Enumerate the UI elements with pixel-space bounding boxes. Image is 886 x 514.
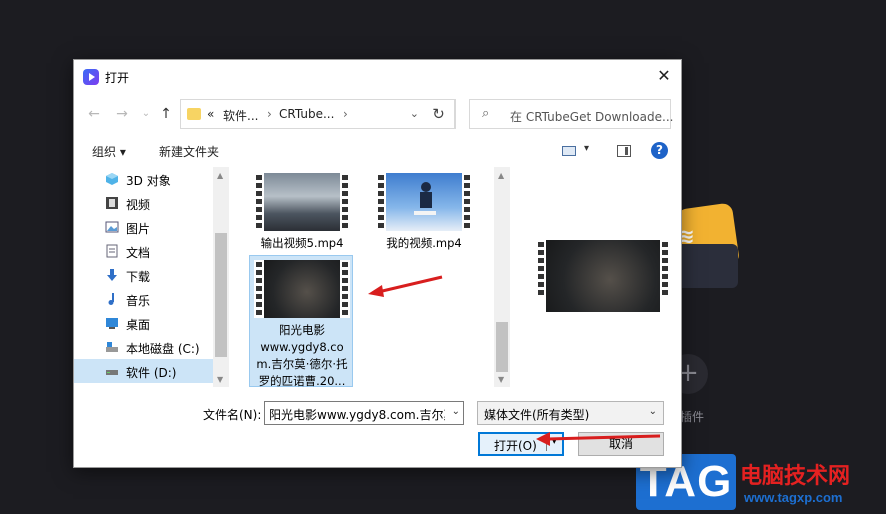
- scroll-down-icon[interactable]: ▼: [217, 375, 223, 384]
- refresh-button[interactable]: ↻: [423, 99, 455, 129]
- scroll-thumb[interactable]: [215, 233, 227, 357]
- scroll-thumb[interactable]: [496, 322, 508, 372]
- sidebar-item-documents[interactable]: 文档: [74, 239, 213, 263]
- file-name: 我的视频.mp4: [386, 236, 462, 250]
- command-toolbar: 组织 ▾ 新建文件夹 ▾ ?: [74, 137, 681, 165]
- file-name-line: m.吉尔莫·德尔·托: [256, 357, 348, 371]
- video-thumbnail: [254, 260, 350, 318]
- file-list-scrollbar[interactable]: ▲ ▼: [494, 167, 510, 387]
- breadcrumb-software[interactable]: 软件...: [223, 107, 258, 124]
- sidebar-item-label: 图片: [126, 222, 151, 236]
- cancel-button[interactable]: 取消: [578, 432, 664, 456]
- recent-locations-icon[interactable]: ⌄: [136, 104, 156, 124]
- sidebar-item-downloads[interactable]: 下载: [74, 263, 213, 287]
- sidebar-item-desktop[interactable]: 桌面: [74, 311, 213, 335]
- app-logo-icon: [83, 69, 99, 85]
- new-folder-button[interactable]: 新建文件夹: [159, 143, 219, 160]
- desktop-icon: [106, 318, 118, 329]
- video-icon: [106, 197, 118, 209]
- skier-figure: [414, 182, 436, 215]
- plugin-label: 插件: [680, 410, 705, 424]
- video-thumbnail: [376, 173, 472, 231]
- file-item-selected[interactable]: 阳光电影 www.ygdy8.co m.吉尔莫·德尔·托 罗的匹诺曹.20...: [249, 255, 354, 390]
- chevron-down-icon[interactable]: ⌄: [649, 406, 657, 417]
- forward-arrow-icon[interactable]: →: [112, 104, 132, 124]
- file-name-line: www.ygdy8.co: [260, 340, 344, 354]
- scroll-up-icon[interactable]: ▲: [498, 171, 504, 180]
- sidebar-item-label: 3D 对象: [126, 174, 171, 188]
- sidebar-scrollbar[interactable]: ▲ ▼: [213, 167, 229, 387]
- preview-thumbnail: [536, 240, 670, 312]
- open-button-label: 打开(O): [494, 439, 537, 453]
- sidebar-item-3d-objects[interactable]: 3D 对象: [74, 167, 213, 191]
- filename-value: 阳光电影www.ygdy8.com.吉尔莫: [269, 408, 445, 422]
- watermark-title: 电脑技术网: [740, 464, 851, 489]
- sidebar-item-label: 下载: [126, 270, 151, 284]
- sidebar-item-label: 音乐: [126, 294, 151, 308]
- folder-icon: [187, 108, 201, 120]
- filetype-select[interactable]: 媒体文件(所有类型) ⌄: [477, 401, 664, 425]
- preview-pane-icon[interactable]: [617, 145, 631, 157]
- pictures-icon: [105, 221, 119, 233]
- video-thumbnail: [254, 173, 350, 231]
- navigation-bar: ← → ⌄ ↑ « 软件... › CRTube... › ⌄ ↻ ⌕ 在 CR…: [74, 97, 681, 131]
- file-item[interactable]: 我的视频.mp4: [372, 173, 476, 257]
- sidebar-item-label: 本地磁盘 (C:): [126, 342, 200, 356]
- documents-icon: [106, 244, 118, 258]
- file-item[interactable]: 输出视频5.mp4: [250, 173, 354, 257]
- search-icon: ⌕: [482, 106, 490, 121]
- navigation-pane: 3D 对象 视频 图片 文档 下载 音乐 桌面 本地磁盘 (C:) 软件 (D:…: [74, 167, 229, 387]
- help-icon[interactable]: ?: [651, 142, 668, 159]
- local-disk-icon: [106, 342, 118, 352]
- up-arrow-icon[interactable]: ↑: [156, 104, 176, 124]
- address-bar[interactable]: « 软件... › CRTube... › ⌄: [180, 99, 456, 129]
- close-button[interactable]: ✕: [649, 62, 679, 90]
- music-icon: [108, 293, 114, 305]
- watermark-url: www.tagxp.com: [744, 490, 843, 505]
- open-button[interactable]: 打开(O) ▾: [478, 432, 564, 456]
- sidebar-item-label: 桌面: [126, 318, 151, 332]
- organize-button[interactable]: 组织 ▾: [92, 143, 126, 160]
- file-name-line: 阳光电影: [279, 323, 325, 337]
- sidebar-item-pictures[interactable]: 图片: [74, 215, 213, 239]
- file-list: 输出视频5.mp4 我的视频.mp4 阳光电影 www.ygdy8.co m.吉…: [231, 167, 493, 390]
- file-name-line: 罗的匹诺曹.20...: [258, 374, 346, 388]
- scroll-down-icon[interactable]: ▼: [498, 375, 504, 384]
- view-dropdown-icon[interactable]: ▾: [584, 143, 589, 154]
- title-bar: 打开 ✕: [74, 60, 681, 94]
- back-arrow-icon[interactable]: ←: [84, 104, 104, 124]
- address-dropdown-icon[interactable]: ⌄: [410, 107, 419, 120]
- sidebar-item-video[interactable]: 视频: [74, 191, 213, 215]
- search-placeholder: 在 CRTubeGet Downloade...: [510, 110, 674, 124]
- filetype-value: 媒体文件(所有类型): [484, 408, 590, 422]
- sidebar-item-local-disk-c[interactable]: 本地磁盘 (C:): [74, 335, 213, 359]
- file-name: 阳光电影 www.ygdy8.co m.吉尔莫·德尔·托 罗的匹诺曹.20...: [250, 322, 354, 390]
- filename-label: 文件名(N):: [203, 408, 262, 422]
- scroll-up-icon[interactable]: ▲: [217, 171, 223, 180]
- sidebar-item-software-d[interactable]: 软件 (D:): [74, 359, 213, 383]
- chevron-down-icon[interactable]: ⌄: [452, 406, 460, 417]
- search-input[interactable]: ⌕ 在 CRTubeGet Downloade...: [469, 99, 674, 129]
- change-view-icon[interactable]: [562, 146, 576, 156]
- breadcrumb-prefix[interactable]: «: [207, 107, 214, 121]
- filename-input[interactable]: 阳光电影www.ygdy8.com.吉尔莫 ⌄: [264, 401, 464, 425]
- sidebar-item-label: 文档: [126, 246, 151, 260]
- drive-icon: [106, 370, 118, 375]
- sidebar-item-label: 视频: [126, 198, 151, 212]
- downloads-icon: [107, 269, 117, 281]
- sidebar-item-label: 软件 (D:): [126, 366, 177, 380]
- open-dropdown-icon[interactable]: ▾: [552, 437, 557, 447]
- sidebar-item-music[interactable]: 音乐: [74, 287, 213, 311]
- breadcrumb-separator-icon[interactable]: ›: [267, 107, 272, 121]
- breadcrumb-separator-icon[interactable]: ›: [343, 107, 348, 121]
- 3d-objects-icon: [106, 173, 118, 185]
- open-file-dialog: 打开 ✕ ← → ⌄ ↑ « 软件... › CRTube... › ⌄ ↻ ⌕…: [73, 59, 682, 468]
- dialog-title: 打开: [105, 71, 130, 85]
- file-name: 输出视频5.mp4: [260, 236, 344, 250]
- breadcrumb-crtube[interactable]: CRTube...: [279, 107, 334, 121]
